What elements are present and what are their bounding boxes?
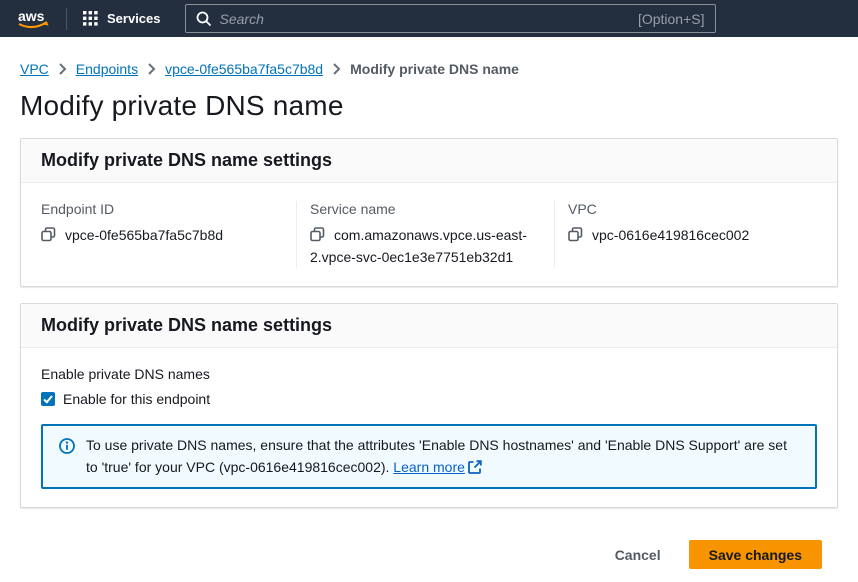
aws-logo-text: aws	[18, 8, 45, 24]
summary-card: Modify private DNS name settings Endpoin…	[20, 138, 838, 287]
breadcrumb-current: Modify private DNS name	[350, 61, 519, 77]
search-input[interactable]	[220, 11, 638, 27]
chevron-right-icon	[147, 63, 156, 75]
page-title: Modify private DNS name	[0, 77, 858, 138]
search-icon	[196, 11, 212, 27]
enable-endpoint-row: Enable for this endpoint	[41, 391, 817, 407]
services-menu-button[interactable]: Services	[83, 11, 161, 26]
breadcrumb-link-endpoint-id[interactable]: vpce-0fe565ba7fa5c7b8d	[165, 61, 323, 77]
top-navigation-bar: aws Services [Option+S]	[0, 0, 858, 37]
alert-text-wrap: To use private DNS names, ensure that th…	[86, 434, 799, 478]
learn-more-label: Learn more	[393, 459, 465, 475]
field-endpoint-id: Endpoint ID vpce-0fe565ba7fa5c7b8d	[41, 201, 296, 268]
enable-endpoint-checkbox-label[interactable]: Enable for this endpoint	[63, 391, 210, 407]
breadcrumb-link-endpoints[interactable]: Endpoints	[76, 61, 138, 77]
field-label: Service name	[310, 201, 534, 217]
copy-icon[interactable]	[568, 227, 583, 242]
service-name-value: com.amazonaws.vpce.us-east-2.vpce-svc-0e…	[310, 227, 527, 265]
services-grid-icon	[83, 11, 98, 26]
save-changes-button[interactable]: Save changes	[689, 540, 822, 569]
settings-card: Modify private DNS name settings Enable …	[20, 303, 838, 508]
copy-icon[interactable]	[310, 227, 325, 242]
copy-icon[interactable]	[41, 227, 56, 242]
enable-private-dns-label: Enable private DNS names	[41, 366, 817, 382]
global-search[interactable]: [Option+S]	[185, 4, 716, 33]
chevron-right-icon	[58, 63, 67, 75]
topbar-divider	[66, 8, 67, 30]
cancel-button[interactable]: Cancel	[615, 547, 661, 563]
field-label: VPC	[568, 201, 797, 217]
endpoint-id-value: vpce-0fe565ba7fa5c7b8d	[65, 227, 223, 243]
learn-more-link[interactable]: Learn more	[393, 459, 482, 475]
enable-endpoint-checkbox[interactable]	[41, 392, 55, 406]
checkmark-icon	[43, 395, 53, 404]
field-vpc: VPC vpc-0616e419816cec002	[554, 201, 817, 268]
aws-logo[interactable]: aws	[16, 7, 52, 31]
summary-card-title: Modify private DNS name settings	[21, 139, 837, 183]
search-shortcut-hint: [Option+S]	[638, 11, 705, 27]
chevron-right-icon	[332, 63, 341, 75]
settings-card-title: Modify private DNS name settings	[21, 304, 837, 348]
info-alert: To use private DNS names, ensure that th…	[41, 424, 817, 489]
vpc-id-value: vpc-0616e419816cec002	[592, 227, 749, 243]
info-icon	[59, 438, 75, 478]
field-service-name: Service name com.amazonaws.vpce.us-east-…	[296, 201, 554, 268]
external-link-icon	[468, 460, 482, 474]
field-label: Endpoint ID	[41, 201, 276, 217]
form-actions: Cancel Save changes	[0, 524, 858, 569]
services-label: Services	[107, 11, 161, 26]
breadcrumb-link-vpc[interactable]: VPC	[20, 61, 49, 77]
breadcrumb: VPC Endpoints vpce-0fe565ba7fa5c7b8d Mod…	[0, 37, 858, 77]
